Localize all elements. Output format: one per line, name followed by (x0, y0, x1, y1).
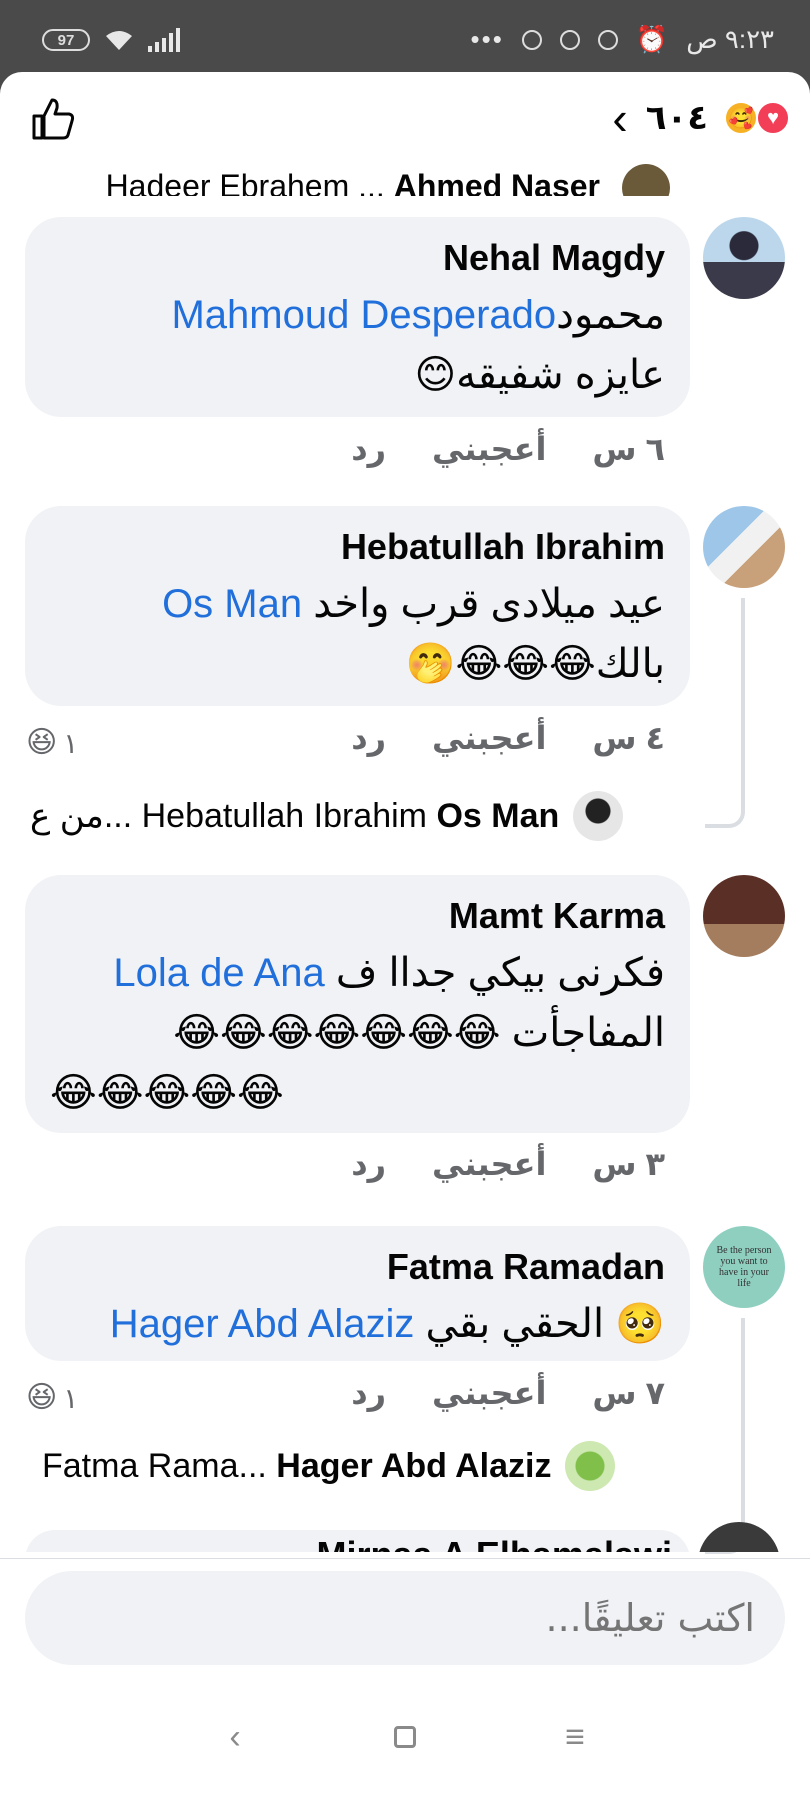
reply-preview[interactable]: Fatma Rama... Hager Abd Alaziz (42, 1441, 616, 1491)
like-link[interactable]: أعجبني (432, 1374, 546, 1412)
comment-bubble[interactable]: Hebatullah Ibrahim عيد ميلادى قرب واخد O… (25, 506, 690, 706)
smile-emoji: 😊 (414, 353, 457, 397)
like-link[interactable]: أعجبني (432, 719, 546, 757)
reply-link[interactable]: رد (351, 719, 386, 757)
reaction-count: ١ (63, 727, 79, 759)
comments-sheet: ‹ ٦٠٤ 🥰 ♥ Hadeer Ebrahem ... Ahmed Naser… (0, 72, 810, 1800)
avatar[interactable] (573, 791, 624, 841)
comment-bubble[interactable]: Fatma Ramadan 🥺 الحقي بقي Hager Abd Alaz… (25, 1226, 690, 1361)
reply-preview-author: Hager Abd Alaziz (276, 1446, 552, 1485)
avatar[interactable] (565, 1441, 616, 1491)
reply-preview[interactable]: من ع... Hebatullah Ibrahim Os Man (30, 791, 624, 841)
comment-time: ٣ س (592, 1146, 665, 1182)
comment-actions: ٣ س أعجبني رد (351, 1145, 665, 1183)
comment-actions: ٤ س أعجبني رد (351, 719, 665, 757)
comment-actions: ٦ س أعجبني رد (351, 430, 665, 468)
signal-icon (148, 28, 180, 52)
comment-time: ٤ س (592, 720, 665, 756)
avatar[interactable] (703, 506, 785, 588)
comment-bubble[interactable]: Mamt Karma فكرنى بيكي جداا ف Lola de Ana… (25, 875, 690, 1133)
reaction-count: ١ (63, 1382, 79, 1414)
comment-text: المفاجأت (511, 1011, 665, 1055)
mention-link[interactable]: Hager Abd Alaziz (110, 1302, 415, 1346)
back-nav-icon[interactable]: ‹ (205, 1718, 265, 1757)
comment-time: ٦ س (592, 431, 665, 467)
thread-line (705, 1318, 745, 1554)
messenger-icon (559, 29, 580, 50)
comment-composer (0, 1558, 810, 1674)
laughing-emoji: 😂😂😂😂😂 (50, 1071, 284, 1115)
like-link[interactable]: أعجبني (432, 430, 546, 468)
reply-link[interactable]: رد (351, 1374, 386, 1412)
reaction-count: ٦٠٤ (645, 99, 708, 137)
reaction-badge[interactable]: 😆 ١ (26, 1372, 78, 1424)
reply-preview-text: Fatma Rama... (42, 1446, 267, 1485)
mention-link[interactable]: Lola de Ana (113, 951, 324, 995)
comment-bubble[interactable]: Nehal Magdy محمودMahmoud Desperado عايزه… (25, 217, 690, 417)
status-time: ٩:٢٣ ص (686, 24, 774, 54)
haha-reaction-icon: 😆 (26, 1381, 58, 1414)
partial-reply-author: Ahmed Naser (393, 168, 600, 196)
love-reaction-icon: ♥ (756, 101, 790, 135)
comment-text: الحقي بقي (425, 1302, 605, 1346)
comment-text: عيد ميلادى قرب واخد (313, 582, 665, 626)
reply-preview-text: من ع... Hebatullah Ibrahim (30, 797, 427, 835)
messenger-icon (597, 29, 618, 50)
laughing-emoji: 😂😂😂😂😂😂😂 (173, 1011, 501, 1055)
comment-input[interactable] (25, 1571, 785, 1665)
battery-icon: 97 (42, 29, 90, 51)
pleading-emoji: 🥺 (615, 1302, 665, 1346)
avatar-quote: Be the person you want to have in your l… (716, 1245, 772, 1289)
reply-link[interactable]: رد (351, 1145, 386, 1183)
mention-link[interactable]: Mahmoud Desperado (171, 293, 556, 337)
comment-author[interactable]: Fatma Ramadan (50, 1246, 665, 1288)
comment-author[interactable]: Mamt Karma (50, 895, 665, 937)
back-chevron-icon[interactable]: ‹ (612, 95, 627, 141)
mention-link[interactable]: Os Man (162, 582, 302, 626)
avatar[interactable] (698, 1522, 780, 1552)
thread-line (705, 598, 745, 828)
comment-author[interactable]: Mirnaa A Elhamalawi (317, 1534, 672, 1552)
reactions-summary[interactable]: ‹ ٦٠٤ 🥰 ♥ (612, 95, 790, 141)
haha-reaction-icon: 😆 (26, 726, 58, 759)
comment-text: محمود (556, 293, 665, 337)
avatar[interactable]: Be the person you want to have in your l… (703, 1226, 785, 1308)
care-reaction-icon: 🥰 (724, 101, 758, 135)
system-navbar: ‹ ≡ (0, 1674, 810, 1800)
partial-reply-preview[interactable]: Hadeer Ebrahem ... Ahmed Naser (30, 160, 670, 196)
reaction-badge[interactable]: 😆 ١ (26, 717, 78, 769)
status-bar: 97 ••• ⏰ ٩:٢٣ ص (0, 0, 810, 72)
avatar[interactable] (622, 164, 670, 196)
comment-actions: ٧ س أعجبني رد (351, 1374, 665, 1412)
comment-text: فكرنى بيكي جداا ف (335, 951, 665, 995)
avatar[interactable] (703, 875, 785, 957)
laughing-emoji: 😂😂😂🤭 (405, 642, 596, 686)
comment-author[interactable]: Hebatullah Ibrahim (50, 526, 665, 568)
like-icon[interactable] (30, 96, 76, 142)
more-notifications-icon: ••• (470, 24, 504, 54)
comment-text: بالك (595, 642, 665, 686)
sheet-header: ‹ ٦٠٤ 🥰 ♥ (0, 72, 810, 162)
wifi-icon (106, 31, 132, 50)
like-link[interactable]: أعجبني (432, 1145, 546, 1183)
reply-preview-author: Os Man (436, 797, 560, 835)
comment-author[interactable]: Nehal Magdy (50, 237, 665, 279)
menu-nav-icon[interactable]: ≡ (545, 1718, 605, 1757)
partial-comment: Mirnaa A Elhamalawi (0, 1522, 810, 1552)
avatar[interactable] (703, 217, 785, 299)
alarm-icon: ⏰ (635, 24, 669, 54)
reply-link[interactable]: رد (351, 430, 386, 468)
partial-reply-text: Hadeer Ebrahem ... (105, 168, 385, 196)
home-nav-icon[interactable] (375, 1726, 435, 1748)
notification-icon (521, 29, 542, 50)
comment-text: عايزه شفيقه (456, 353, 665, 397)
comment-time: ٧ س (592, 1375, 665, 1411)
